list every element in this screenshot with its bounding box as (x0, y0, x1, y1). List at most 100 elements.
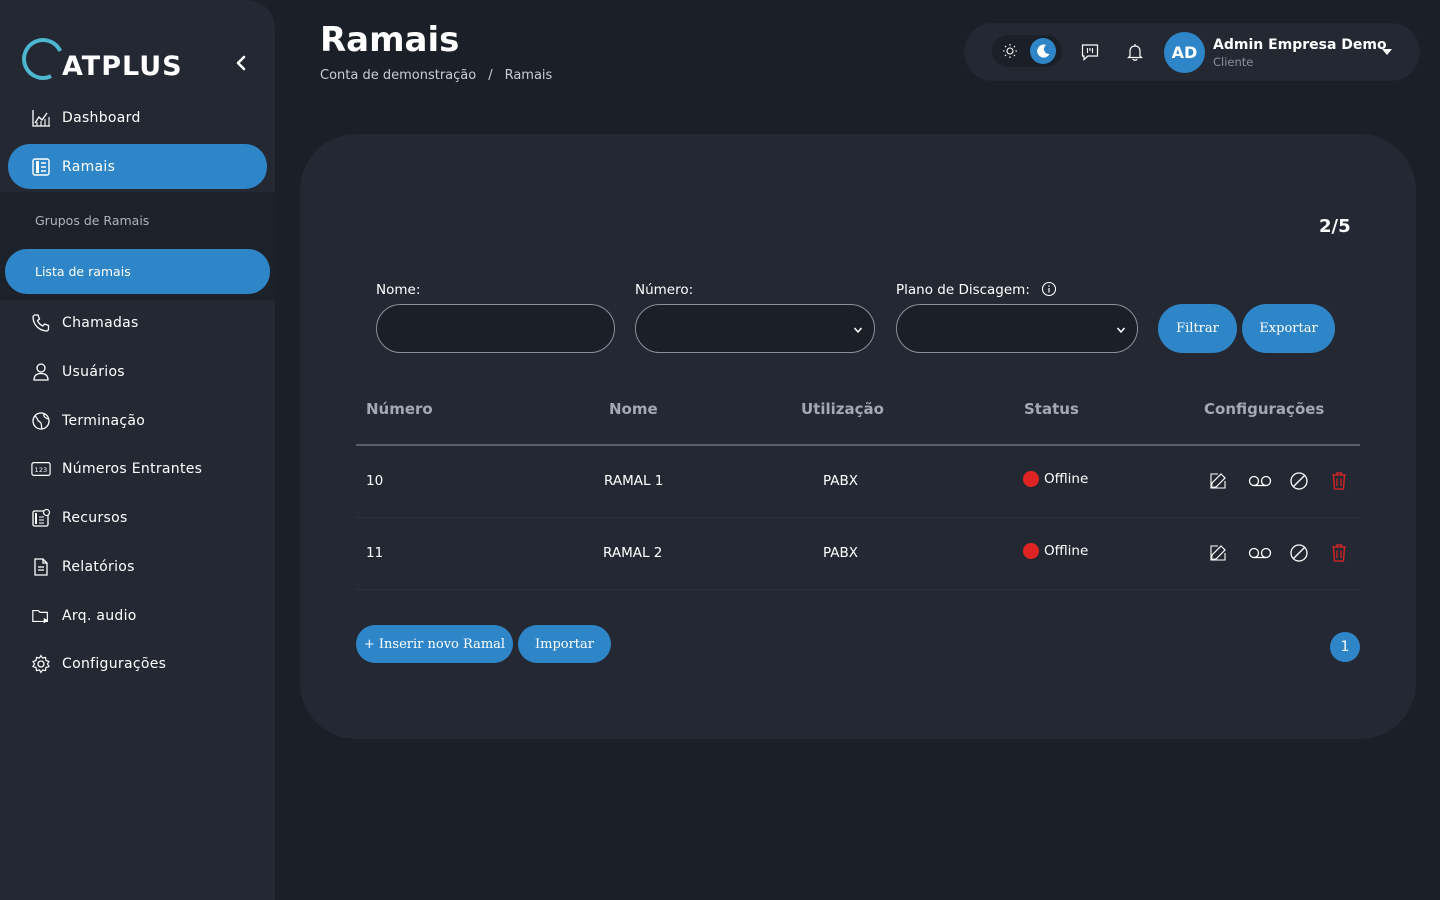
breadcrumb-separator: / (488, 68, 493, 83)
collapse-sidebar-button[interactable] (230, 52, 252, 74)
offline-dot-icon (1023, 471, 1039, 487)
sidebar-item-label: Configurações (62, 655, 167, 672)
numbers-123-icon: 123 (31, 459, 51, 479)
sidebar-item-label: Usuários (62, 363, 125, 380)
column-header-status: Status (1024, 400, 1079, 418)
top-bar: AD Admin Empresa Demo Cliente (964, 23, 1420, 81)
logo-text: ATPLUS (62, 51, 183, 82)
voicemail-button[interactable] (1246, 541, 1274, 565)
report-icon (31, 557, 51, 577)
sidebar-item-configuracoes[interactable]: Configurações (8, 641, 267, 686)
row-divider (356, 589, 1360, 590)
trash-icon (1332, 544, 1346, 562)
delete-button[interactable] (1327, 469, 1351, 493)
column-header-numero: Número (366, 400, 433, 418)
offline-dot-icon (1023, 543, 1039, 559)
export-button[interactable]: Exportar (1242, 304, 1335, 353)
cell-nome: RAMAL 2 (603, 545, 663, 561)
globe-icon (31, 411, 51, 431)
sidebar-item-numeros-entrantes[interactable]: 123 Números Entrantes (8, 446, 267, 491)
chevron-down-icon (1116, 327, 1126, 334)
user-icon (31, 362, 51, 382)
breadcrumb: Conta de demonstração / Ramais (320, 68, 552, 83)
cell-numero: 11 (366, 545, 384, 561)
row-divider (356, 517, 1360, 518)
page-count: 2/5 (1319, 216, 1351, 237)
edit-icon (1210, 545, 1226, 561)
sidebar-item-label: Recursos (62, 509, 128, 526)
status-badge: Offline (1023, 543, 1088, 559)
name-filter-label: Nome: (376, 282, 421, 298)
column-header-configuracoes: Configurações (1204, 400, 1325, 418)
sidebar-item-label: Arq. audio (62, 607, 137, 624)
submenu-item-grupos-de-ramais[interactable]: Grupos de Ramais (5, 198, 270, 243)
user-role: Cliente (1213, 55, 1254, 69)
messages-button[interactable] (1078, 40, 1102, 64)
audio-folder-icon (31, 606, 51, 626)
sidebar-item-ramais[interactable]: Ramais (8, 144, 267, 189)
sun-icon (1003, 44, 1017, 58)
sidebar-item-usuarios[interactable]: Usuários (8, 349, 267, 394)
breadcrumb-account-link[interactable]: Conta de demonstração (320, 68, 476, 83)
block-icon (1290, 544, 1308, 562)
avatar[interactable]: AD (1164, 32, 1205, 73)
pagination-page-1[interactable]: 1 (1330, 632, 1360, 662)
status-text: Offline (1044, 471, 1089, 487)
edit-button[interactable] (1206, 541, 1230, 565)
chevron-left-icon (236, 55, 246, 71)
voicemail-button[interactable] (1246, 469, 1274, 493)
import-button[interactable]: Importar (518, 625, 611, 663)
dialplan-filter-select[interactable] (896, 304, 1138, 353)
breadcrumb-current: Ramais (504, 68, 553, 83)
delete-button[interactable] (1327, 541, 1351, 565)
block-button[interactable] (1287, 469, 1311, 493)
submenu-item-lista-de-ramais[interactable]: Lista de ramais (5, 249, 270, 294)
sidebar-item-dashboard[interactable]: Dashboard (8, 95, 267, 140)
sidebar-item-arq-audio[interactable]: Arq. audio (8, 593, 267, 638)
cell-utilizacao: PABX (823, 545, 859, 561)
cell-utilizacao: PABX (823, 473, 859, 489)
bell-icon (1127, 44, 1143, 61)
sidebar: ATPLUS Dashboard Ramais Grupos de Ramais… (0, 0, 275, 900)
status-text: Offline (1044, 543, 1089, 559)
block-icon (1290, 472, 1308, 490)
phone-icon (31, 313, 51, 333)
status-badge: Offline (1023, 471, 1088, 487)
moon-icon (1037, 44, 1050, 58)
chevron-down-icon (853, 327, 863, 334)
light-mode-button[interactable] (998, 39, 1022, 63)
page-title: Ramais (320, 20, 460, 60)
sidebar-item-relatorios[interactable]: Relatórios (8, 544, 267, 589)
edit-button[interactable] (1206, 469, 1230, 493)
trash-icon (1332, 472, 1346, 490)
caret-down-icon[interactable] (1380, 45, 1394, 59)
cell-nome: RAMAL 1 (604, 473, 664, 489)
user-name[interactable]: Admin Empresa Demo (1213, 37, 1387, 53)
number-filter-select[interactable] (635, 304, 875, 353)
info-icon[interactable] (1041, 281, 1057, 297)
sidebar-item-label: Relatórios (62, 558, 135, 575)
dialplan-filter-label: Plano de Discagem: (896, 282, 1030, 298)
phone-book-icon (31, 157, 51, 177)
extensions-card: 2/5 Nome: Número: Plano de Discagem: Fil… (300, 134, 1416, 739)
sidebar-item-chamadas[interactable]: Chamadas (8, 300, 267, 345)
table-header-divider (356, 444, 1360, 446)
sidebar-item-terminacao[interactable]: Terminação (8, 398, 267, 443)
cell-numero: 10 (366, 473, 384, 489)
notifications-button[interactable] (1123, 40, 1147, 64)
chat-icon (1081, 44, 1099, 61)
filter-button[interactable]: Filtrar (1158, 304, 1237, 353)
dark-mode-button[interactable] (1030, 38, 1056, 64)
theme-toggle[interactable] (992, 35, 1062, 67)
insert-extension-button[interactable]: + Inserir novo Ramal (356, 625, 513, 663)
name-filter-input[interactable] (376, 304, 615, 353)
sidebar-item-label: Números Entrantes (62, 460, 203, 477)
sidebar-item-label: Chamadas (62, 314, 139, 331)
block-button[interactable] (1287, 541, 1311, 565)
number-filter-label: Número: (635, 282, 694, 298)
sidebar-item-recursos[interactable]: Recursos (8, 495, 267, 540)
gear-icon (31, 653, 51, 674)
voicemail-icon (1248, 547, 1272, 559)
resources-icon (31, 508, 51, 528)
edit-icon (1210, 473, 1226, 489)
